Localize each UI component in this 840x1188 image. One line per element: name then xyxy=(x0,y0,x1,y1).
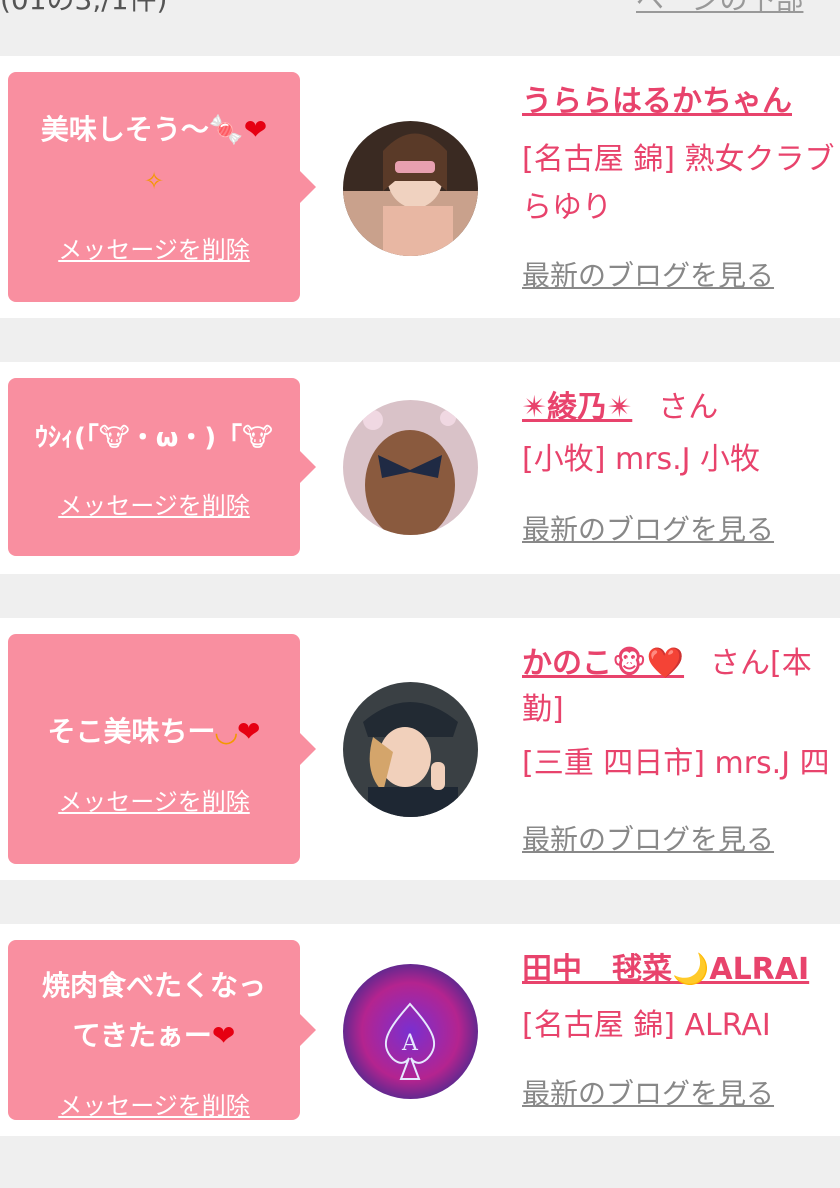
message-text: ｳｼｨ(「🐮・ω・)「🐮 xyxy=(35,423,273,453)
profile-info: うららはるかちゃん [名古屋 錦] 熟女クラブ らゆり 最新のブログを見る xyxy=(522,76,840,294)
message-card: 焼肉食べたくなっ てきたぁー❤ メッセージを削除 A 田中 毬菜🌙ALRAI [… xyxy=(0,924,840,1136)
heart-icon: ❤ xyxy=(237,715,261,748)
profile-info: ✴︎綾乃✴︎ さん [小牧] mrs.J 小牧 最新のブログを見る xyxy=(522,382,840,548)
honorific-text: さん[本 xyxy=(710,646,812,681)
message-line2: てきたぁー❤ xyxy=(72,1019,236,1052)
message-line2: ✧ xyxy=(8,156,300,205)
profile-name-link[interactable]: 田中 毬菜🌙ALRAI xyxy=(522,944,840,988)
avatar-photo xyxy=(343,400,478,535)
avatar[interactable] xyxy=(343,682,478,817)
message-bubble: ｳｼｨ(「🐮・ω・)「🐮 メッセージを削除 xyxy=(8,378,316,556)
message-card: 美味しそう〜🍬❤ ✧ メッセージを削除 うららはるかちゃん [名古屋 錦] 熟女… xyxy=(0,56,840,318)
avatar[interactable] xyxy=(343,400,478,535)
message-text: 焼肉食べたくなっ xyxy=(41,969,266,1002)
heart-icon: ❤ xyxy=(243,113,268,146)
smile-icon: ◡ xyxy=(215,715,238,748)
sparkles-icon: ✧ xyxy=(143,167,165,195)
profile-name-link[interactable]: かのこ🐵❤️ xyxy=(522,646,684,681)
delete-message-link[interactable]: メッセージを削除 xyxy=(8,230,300,265)
top-partial-bar: (01の3,/1件) ページの下部 xyxy=(0,0,840,56)
latest-blog-link[interactable]: 最新のブログを見る xyxy=(522,818,840,858)
heart-icon: ❤ xyxy=(211,1019,236,1052)
avatar[interactable]: A xyxy=(343,964,478,1099)
message-card: ｳｼｨ(「🐮・ω・)「🐮 メッセージを削除 ✴︎綾乃✴︎ さん [小牧] mrs.… xyxy=(0,362,840,574)
delete-message-link[interactable]: メッセージを削除 xyxy=(8,1086,300,1121)
delete-message-link[interactable]: メッセージを削除 xyxy=(8,486,300,521)
latest-blog-link[interactable]: 最新のブログを見る xyxy=(522,508,840,548)
message-text: 美味しそう〜🍬❤ xyxy=(40,113,268,146)
shop-text: [小牧] mrs.J 小牧 xyxy=(522,442,761,477)
profile-info: 田中 毬菜🌙ALRAI [名古屋 錦] ALRAI 最新のブログを見る xyxy=(522,944,840,1112)
avatar-photo xyxy=(343,121,478,256)
profile-name-link[interactable]: うららはるかちゃん xyxy=(522,76,840,120)
avatar[interactable] xyxy=(343,121,478,256)
count-text: (01の3,/1件) xyxy=(0,0,167,18)
svg-text:A: A xyxy=(401,1031,419,1056)
honorific-text: さん xyxy=(658,390,719,425)
candy-icon: 🍬 xyxy=(208,113,244,146)
latest-blog-link[interactable]: 最新のブログを見る xyxy=(522,254,840,294)
message-bubble: そこ美味ちー◡❤ メッセージを削除 xyxy=(8,634,316,864)
message-bubble: 焼肉食べたくなっ てきたぁー❤ メッセージを削除 xyxy=(8,940,316,1121)
avatar-photo xyxy=(343,682,478,817)
honorific-text-line2: 勤] xyxy=(522,692,564,727)
shop-text-line2: らゆり xyxy=(522,190,612,225)
delete-message-link[interactable]: メッセージを削除 xyxy=(8,782,300,817)
shop-text: [名古屋 錦] 熟女クラブ xyxy=(522,142,835,177)
profile-info: かのこ🐵❤️ さん[本 勤] [三重 四日市] mrs.J 四 最新のブログを見る xyxy=(522,638,840,858)
message-text: そこ美味ちー◡❤ xyxy=(47,715,261,748)
avatar-photo: A xyxy=(343,964,478,1099)
page-link[interactable]: ページの下部 xyxy=(636,0,803,18)
message-bubble: 美味しそう〜🍬❤ ✧ メッセージを削除 xyxy=(8,72,316,302)
shop-text: [三重 四日市] mrs.J 四 xyxy=(522,746,830,781)
shop-text: [名古屋 錦] ALRAI xyxy=(522,1008,771,1043)
profile-name-link[interactable]: ✴︎綾乃✴︎ xyxy=(522,390,632,425)
message-card: そこ美味ちー◡❤ メッセージを削除 かのこ🐵❤️ さん[本 勤] [三重 四日市]… xyxy=(0,618,840,880)
latest-blog-link[interactable]: 最新のブログを見る xyxy=(522,1072,840,1112)
